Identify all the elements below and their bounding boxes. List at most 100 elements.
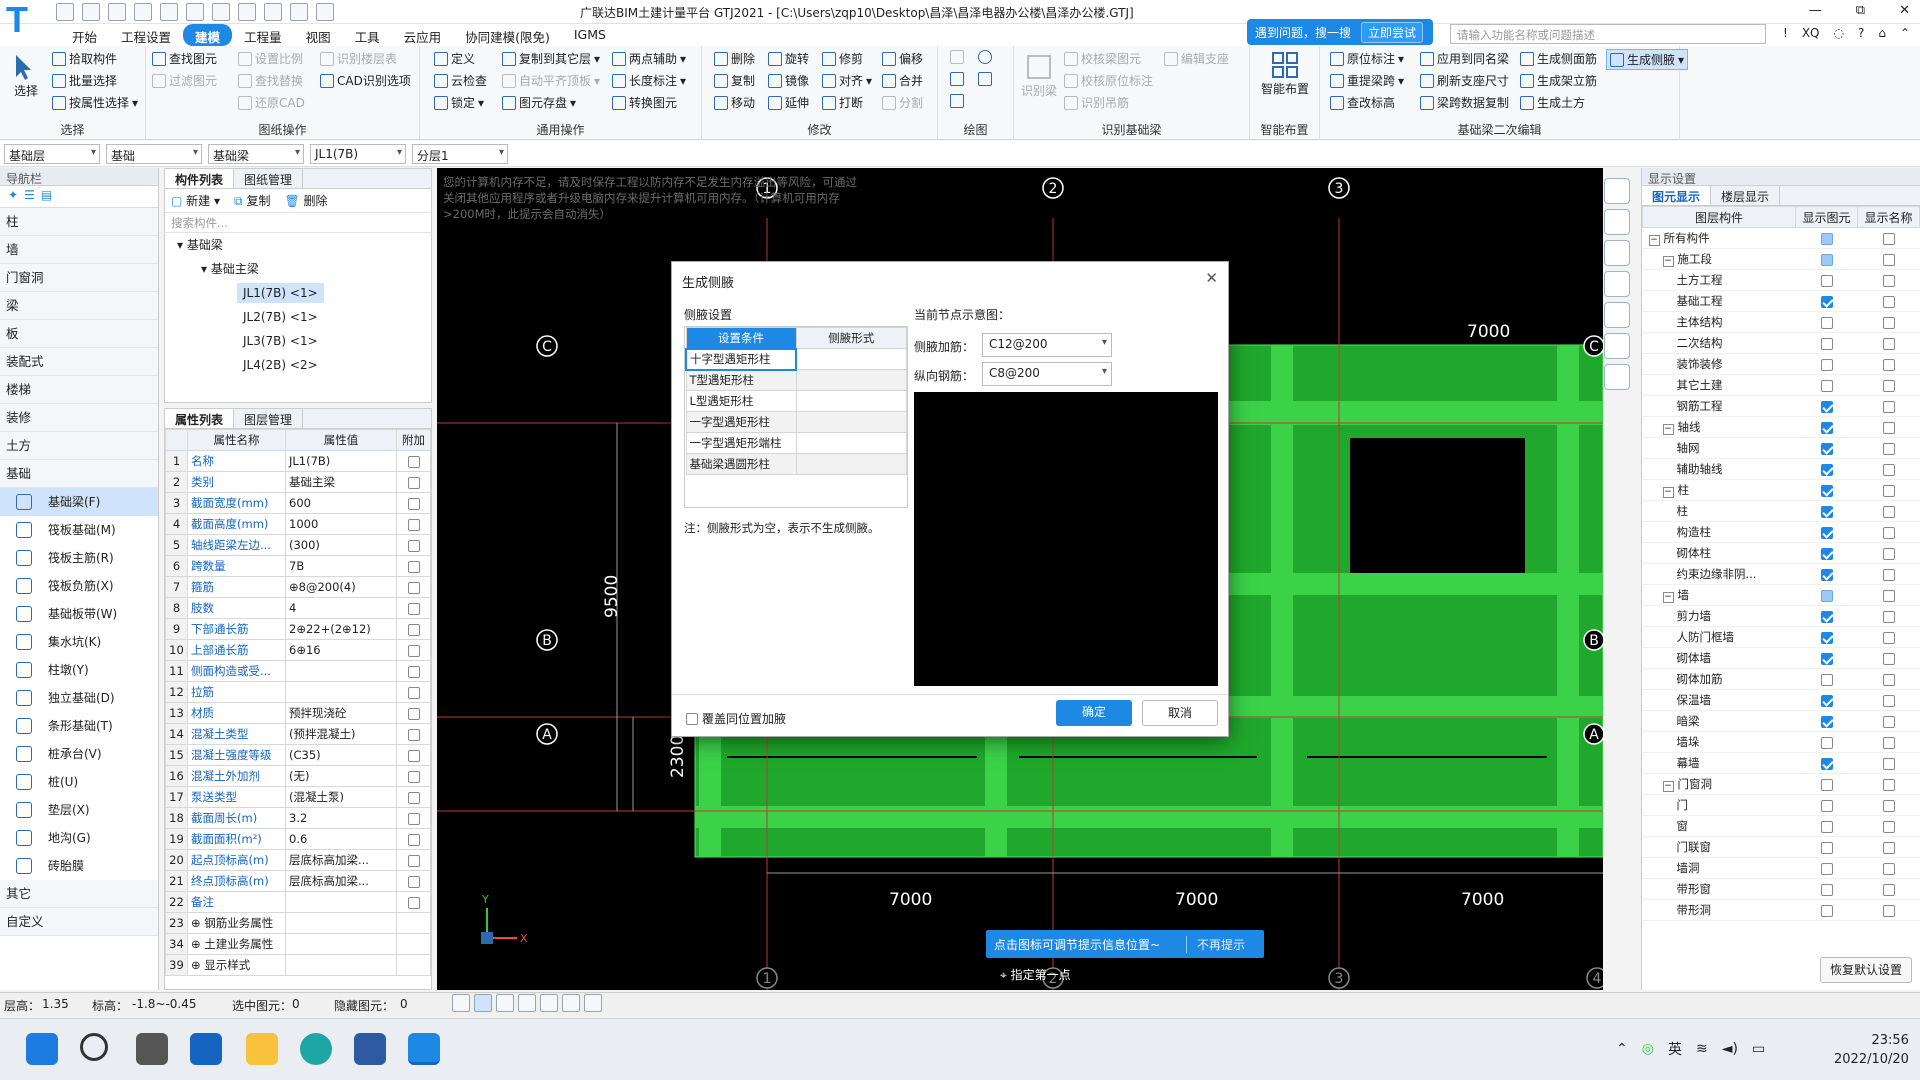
nav-category[interactable]: 板 — [0, 320, 158, 348]
expand-toggle[interactable]: − — [1662, 487, 1674, 498]
show-element-checkbox[interactable] — [1820, 337, 1833, 350]
property-row[interactable]: 15 混凝土强度等级 (C35) — [165, 744, 431, 766]
extra-checkbox[interactable] — [407, 833, 420, 846]
show-element-checkbox[interactable] — [1820, 652, 1833, 665]
user-name[interactable]: XQ — [1802, 26, 1820, 40]
extra-checkbox[interactable] — [407, 707, 420, 720]
gen-rack-rebar-button[interactable]: 生成架立筋 — [1520, 72, 1597, 89]
mail-icon[interactable] — [190, 1033, 222, 1065]
extra-checkbox[interactable] — [407, 854, 420, 867]
property-row[interactable]: 21 终点顶标高(m) 层底标高加梁... — [165, 870, 431, 892]
snap-rect-icon[interactable] — [474, 994, 492, 1012]
nav-subitem[interactable]: 筏板主筋(R) — [0, 544, 158, 572]
edge-browser-icon[interactable] — [300, 1033, 332, 1065]
menu-igms[interactable]: IGMS — [562, 24, 618, 46]
menu-project-settings[interactable]: 工程设置 — [109, 24, 183, 46]
show-element-checkbox[interactable] — [1820, 253, 1833, 266]
identify-hanger-button[interactable]: 识别吊筋 — [1064, 94, 1129, 111]
show-name-checkbox[interactable] — [1882, 400, 1895, 413]
prop-value[interactable]: (无) — [285, 765, 397, 787]
define-button[interactable]: 定义 — [434, 50, 475, 67]
show-name-checkbox[interactable] — [1882, 547, 1895, 560]
task-view-icon[interactable] — [136, 1033, 168, 1065]
prop-value[interactable]: (300) — [285, 534, 397, 556]
show-name-checkbox[interactable] — [1882, 673, 1895, 686]
minimize-button[interactable]: — — [1809, 3, 1822, 18]
nav-subitem[interactable]: 基础板带(W) — [0, 600, 158, 628]
snap-cross-icon[interactable] — [496, 994, 514, 1012]
delete-button[interactable]: 删除 — [714, 50, 755, 67]
select-by-property-button[interactable]: 按属性选择 ▾ — [52, 94, 138, 111]
length-dim-button[interactable]: 长度标注 ▾ — [612, 72, 686, 89]
extra-checkbox[interactable] — [407, 770, 420, 783]
dialog-close-button[interactable]: ✕ — [1205, 269, 1218, 287]
prop-value[interactable]: 预拌现浇砼 — [285, 702, 397, 724]
new-file-icon[interactable] — [82, 3, 100, 21]
nav-subitem[interactable]: 独立基础(D) — [0, 684, 158, 712]
find-element-button[interactable]: 查找图元 — [152, 50, 217, 67]
extra-checkbox[interactable] — [407, 602, 420, 615]
expand-toggle[interactable]: − — [1648, 235, 1660, 246]
nav-subitem[interactable]: 柱墩(Y) — [0, 656, 158, 684]
show-element-checkbox[interactable] — [1820, 589, 1833, 602]
cad-app-icon[interactable] — [354, 1033, 386, 1065]
haunch-row[interactable]: L型遇矩形柱 — [685, 390, 907, 412]
show-name-checkbox[interactable] — [1882, 841, 1895, 854]
show-name-checkbox[interactable] — [1882, 694, 1895, 707]
select-button[interactable]: 选择 — [8, 52, 44, 99]
nav-subitem[interactable]: 桩(U) — [0, 768, 158, 796]
delete-component-button[interactable]: 🗑 删除 — [284, 192, 327, 209]
extra-checkbox[interactable] — [407, 497, 420, 510]
extra-checkbox[interactable] — [407, 686, 420, 699]
extra-checkbox[interactable] — [407, 728, 420, 741]
extra-checkbox[interactable] — [407, 644, 420, 657]
nav-subitem[interactable]: 基础梁(F) — [0, 488, 158, 516]
smart-layout-button[interactable]: 智能布置 — [1254, 50, 1316, 97]
nav-subitem[interactable]: 集水坑(K) — [0, 628, 158, 656]
tree-group[interactable]: ▾ 基础主梁 — [177, 257, 431, 281]
menu-start[interactable]: 开始 — [60, 24, 109, 46]
top-view-icon[interactable] — [1604, 240, 1630, 266]
extra-checkbox[interactable] — [407, 749, 420, 762]
property-row[interactable]: 34 ⊕ 土建业务属性 — [165, 933, 431, 955]
show-element-checkbox[interactable] — [1820, 610, 1833, 623]
nav-subitem[interactable]: 地沟(G) — [0, 824, 158, 852]
show-name-checkbox[interactable] — [1882, 526, 1895, 539]
property-row[interactable]: 16 混凝土外加剂 (无) — [165, 765, 431, 787]
prop-value[interactable]: 层底标高加梁... — [285, 849, 397, 871]
property-row[interactable]: 23 ⊕ 钢筋业务属性 — [165, 912, 431, 934]
tree-item[interactable]: JL3(7B) <1> — [177, 329, 431, 353]
property-row[interactable]: 19 截面面积(m²) 0.6 — [165, 828, 431, 850]
nav-category[interactable]: 自定义 — [0, 908, 158, 936]
extra-checkbox[interactable] — [407, 623, 420, 636]
expand-toggle[interactable]: − — [1662, 424, 1674, 435]
property-row[interactable]: 11 侧面构造或受... — [165, 660, 431, 682]
show-element-checkbox[interactable] — [1820, 820, 1833, 833]
list-view-icon[interactable]: ☰ — [24, 188, 35, 205]
prop-value[interactable]: ⊕8@200(4) — [285, 576, 397, 598]
nav-category[interactable]: 土方 — [0, 432, 158, 460]
notice-icon[interactable]: ! — [1783, 26, 1788, 40]
prop-value[interactable]: 600 — [285, 492, 397, 514]
show-element-checkbox[interactable] — [1820, 505, 1833, 518]
mirror-button[interactable]: 镜像 — [768, 72, 809, 89]
nav-subitem[interactable]: 垫层(X) — [0, 796, 158, 824]
nav-subitem[interactable]: 筏板负筋(X) — [0, 572, 158, 600]
tab-element-display[interactable]: 图元显示 — [1642, 186, 1712, 205]
show-element-checkbox[interactable] — [1820, 421, 1833, 434]
wechat-icon[interactable]: ◎ — [1642, 1041, 1654, 1057]
show-name-checkbox[interactable] — [1882, 715, 1895, 728]
grid-icon[interactable] — [212, 3, 230, 21]
tree-item[interactable]: JL1(7B) <1> — [177, 281, 431, 305]
properties-icon[interactable] — [1604, 364, 1630, 390]
prop-value[interactable]: 4 — [285, 597, 397, 619]
ortho-icon[interactable] — [452, 994, 470, 1012]
nav-category[interactable]: 墙 — [0, 236, 158, 264]
pin-icon[interactable]: ✦ — [8, 188, 18, 205]
show-element-checkbox[interactable] — [1820, 736, 1833, 749]
set-scale-button[interactable]: 设置比例 — [238, 50, 303, 67]
lock-button[interactable]: 锁定 ▾ — [434, 94, 484, 111]
show-name-checkbox[interactable] — [1882, 904, 1895, 917]
detail-view-icon[interactable]: ▤ — [41, 188, 52, 205]
offset-snap-icon[interactable] — [540, 994, 558, 1012]
